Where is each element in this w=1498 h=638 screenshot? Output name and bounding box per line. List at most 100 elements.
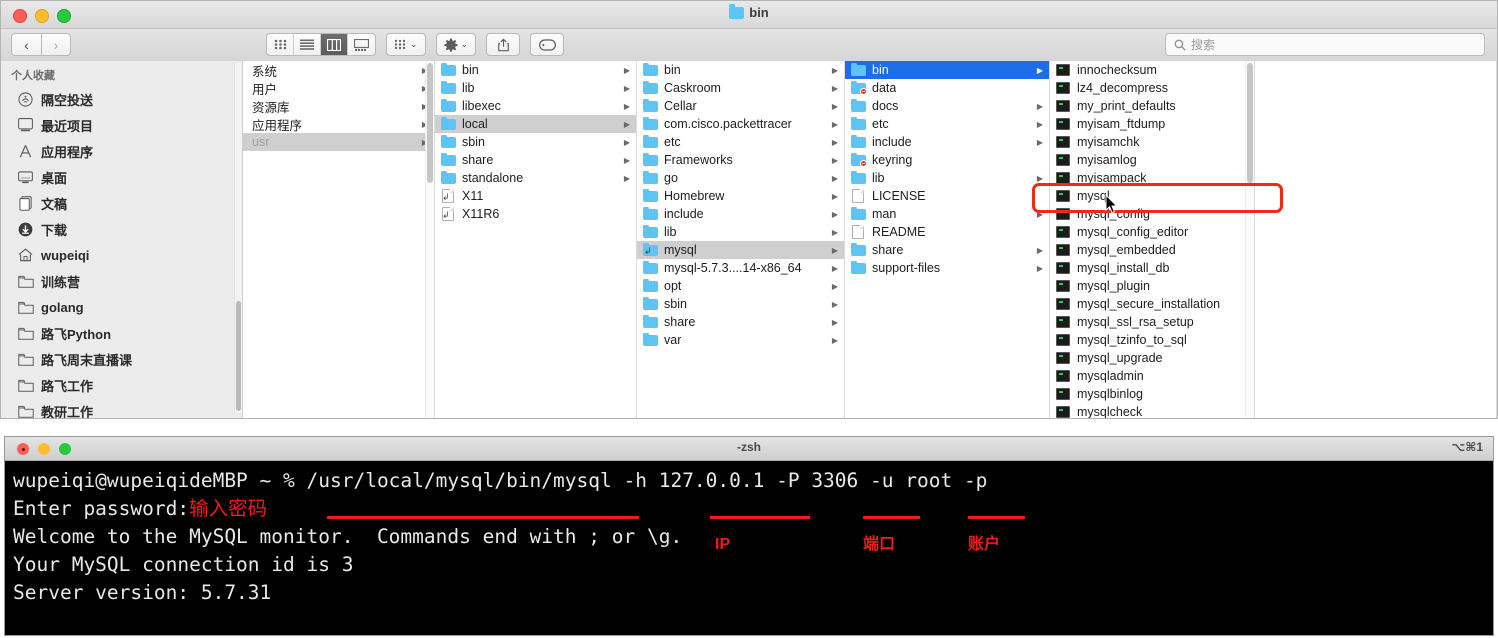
column-row[interactable]: com.cisco.packettracer ▶	[637, 115, 844, 133]
column-row[interactable]: standalone ▶	[435, 169, 636, 187]
column-row[interactable]: mysql_config_editor	[1050, 223, 1254, 241]
column-row[interactable]: ↲ mysql ▶	[637, 241, 844, 259]
share-button[interactable]	[486, 33, 521, 56]
column-row[interactable]: share ▶	[435, 151, 636, 169]
finder-titlebar[interactable]: bin	[1, 1, 1497, 29]
sidebar-item-3[interactable]: 桌面	[1, 164, 242, 190]
column-row[interactable]: include ▶	[845, 133, 1049, 151]
column-row[interactable]: mysql_ssl_rsa_setup	[1050, 313, 1254, 331]
sidebar-item-11[interactable]: 路飞工作	[1, 372, 242, 398]
sidebar-item-8[interactable]: golang	[1, 294, 242, 320]
column-row[interactable]: ↲ X11R6	[435, 205, 636, 223]
column-row[interactable]: Caskroom ▶	[637, 79, 844, 97]
terminal-output[interactable]: wupeiqi@wupeiqideMBP ~ % /usr/local/mysq…	[5, 461, 1493, 635]
column-row[interactable]: mysql_config	[1050, 205, 1254, 223]
list-view-button[interactable]	[294, 34, 321, 55]
column-row[interactable]: support-files ▶	[845, 259, 1049, 277]
column-row[interactable]: go ▶	[637, 169, 844, 187]
column-row[interactable]: lib ▶	[845, 169, 1049, 187]
group-by-button[interactable]: ⌄	[386, 33, 426, 56]
column-row[interactable]: mysql_secure_installation	[1050, 295, 1254, 313]
column-row-label: sbin	[664, 297, 687, 311]
column-row[interactable]: ↲ X11	[435, 187, 636, 205]
icon-view-button[interactable]	[267, 34, 294, 55]
column-row[interactable]: mysql	[1050, 187, 1254, 205]
column-row[interactable]: bin ▶	[435, 61, 636, 79]
column-row[interactable]: 用户▶	[243, 79, 434, 97]
column-row[interactable]: mysql_upgrade	[1050, 349, 1254, 367]
column-row[interactable]: etc ▶	[637, 133, 844, 151]
column-row[interactable]: sbin ▶	[435, 133, 636, 151]
column-row[interactable]: include ▶	[637, 205, 844, 223]
column-row[interactable]: local ▶	[435, 115, 636, 133]
sidebar-item-4[interactable]: 文稿	[1, 190, 242, 216]
sidebar-item-10[interactable]: 路飞周末直播课	[1, 346, 242, 372]
column-row[interactable]: var ▶	[637, 331, 844, 349]
sidebar-item-7[interactable]: 训练营	[1, 268, 242, 294]
column-row[interactable]: lib ▶	[435, 79, 636, 97]
column-row[interactable]: mysqlcheck	[1050, 403, 1254, 418]
column-row[interactable]: mysql_embedded	[1050, 241, 1254, 259]
sidebar-item-0[interactable]: 隔空投送	[1, 86, 242, 112]
column-scrollbar[interactable]	[425, 61, 434, 418]
column-view-button[interactable]	[321, 34, 348, 55]
back-button[interactable]: ‹	[11, 33, 41, 56]
column-row[interactable]: README	[845, 223, 1049, 241]
column-row[interactable]: bin ▶	[845, 61, 1049, 79]
column-row[interactable]: mysqladmin	[1050, 367, 1254, 385]
sidebar-item-2[interactable]: 应用程序	[1, 138, 242, 164]
column-row[interactable]: keyring	[845, 151, 1049, 169]
column-row[interactable]: mysqlbinlog	[1050, 385, 1254, 403]
terminal-titlebar[interactable]: -zsh ⌥⌘1	[5, 437, 1493, 461]
folder-icon	[17, 405, 34, 418]
gallery-view-button[interactable]	[348, 34, 375, 55]
action-menu-button[interactable]: ⌄	[435, 33, 477, 56]
column-scrollbar[interactable]	[1245, 61, 1254, 418]
column-row[interactable]: mysql_plugin	[1050, 277, 1254, 295]
column-row[interactable]: 资源库▶	[243, 97, 434, 115]
column-row[interactable]: Homebrew ▶	[637, 187, 844, 205]
column-row[interactable]: myisam_ftdump	[1050, 115, 1254, 133]
column-row[interactable]: usr▶	[243, 133, 434, 151]
column-row[interactable]: LICENSE	[845, 187, 1049, 205]
sidebar-item-12[interactable]: 教研工作	[1, 398, 242, 418]
column-row[interactable]: myisampack	[1050, 169, 1254, 187]
column-row[interactable]: opt ▶	[637, 277, 844, 295]
column-row-label: LICENSE	[872, 189, 926, 203]
forward-button[interactable]: ›	[41, 33, 71, 56]
terminal-line-4: Your MySQL connection id is 3	[13, 551, 1493, 579]
column-row[interactable]: Frameworks ▶	[637, 151, 844, 169]
sidebar-item-6[interactable]: wupeiqi	[1, 242, 242, 268]
disclosure-arrow-icon: ▶	[623, 173, 630, 183]
column-row[interactable]: Cellar ▶	[637, 97, 844, 115]
column-row[interactable]: 系统▶	[243, 61, 434, 79]
sidebar-list: 隔空投送 最近项目 应用程序 桌面 文稿 下载 wupeiqi 训练营 golang 路飞Pyth…	[1, 86, 242, 418]
column-row[interactable]: sbin ▶	[637, 295, 844, 313]
column-row[interactable]: libexec ▶	[435, 97, 636, 115]
column-row[interactable]: my_print_defaults	[1050, 97, 1254, 115]
column-row[interactable]: mysql_tzinfo_to_sql	[1050, 331, 1254, 349]
column-row[interactable]: docs ▶	[845, 97, 1049, 115]
column-row[interactable]: etc ▶	[845, 115, 1049, 133]
column-row[interactable]: 应用程序▶	[243, 115, 434, 133]
sidebar-item-5[interactable]: 下载	[1, 216, 242, 242]
sidebar-item-9[interactable]: 路飞Python	[1, 320, 242, 346]
column-row[interactable]: mysql-5.7.3....14-x86_64 ▶	[637, 259, 844, 277]
column-row[interactable]: innochecksum	[1050, 61, 1254, 79]
column-row[interactable]: share ▶	[845, 241, 1049, 259]
column-row[interactable]: mysql_install_db	[1050, 259, 1254, 277]
search-field[interactable]: 搜索	[1165, 33, 1485, 56]
tag-button[interactable]	[530, 33, 565, 56]
column-row[interactable]: lib ▶	[637, 223, 844, 241]
sidebar-item-1[interactable]: 最近项目	[1, 112, 242, 138]
sidebar-scrollbar[interactable]	[234, 63, 242, 413]
column-row[interactable]: man ▶	[845, 205, 1049, 223]
column-row[interactable]: bin ▶	[637, 61, 844, 79]
column-row[interactable]: share ▶	[637, 313, 844, 331]
column-row[interactable]: myisamchk	[1050, 133, 1254, 151]
column-row[interactable]: myisamlog	[1050, 151, 1254, 169]
column-row[interactable]: lz4_decompress	[1050, 79, 1254, 97]
column-row[interactable]: data	[845, 79, 1049, 97]
disclosure-arrow-icon: ▶	[831, 335, 838, 345]
column-row-label: local	[462, 117, 488, 131]
